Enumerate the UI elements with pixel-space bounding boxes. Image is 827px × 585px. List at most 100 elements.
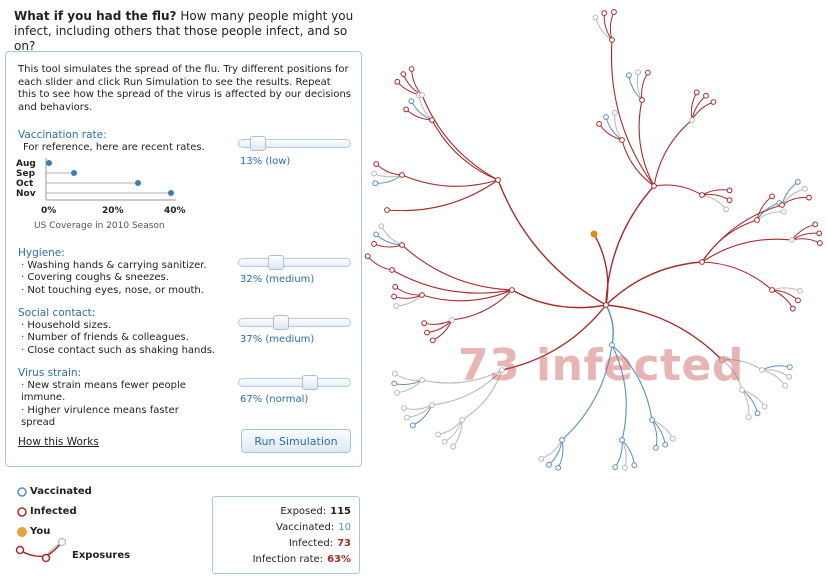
social-slider[interactable] — [238, 315, 351, 330]
exposure-edge — [638, 99, 655, 187]
person-node — [408, 98, 415, 105]
person-node — [662, 441, 669, 448]
person-node — [603, 114, 609, 120]
person-node — [399, 242, 405, 248]
exposure-edge — [421, 94, 499, 181]
person-node — [609, 37, 615, 43]
person-node — [797, 287, 803, 294]
person-node — [394, 389, 400, 396]
person-node — [399, 172, 405, 178]
stats-box: Exposed: 115 Vaccinated: 10 Infected: 73 In… — [212, 496, 360, 574]
aug-dot — [46, 160, 52, 166]
person-node — [403, 106, 409, 113]
person-node — [441, 438, 448, 445]
person-node — [372, 180, 379, 187]
person-node — [754, 410, 761, 417]
hygiene-slider[interactable] — [238, 255, 351, 270]
person-node — [401, 405, 408, 412]
tick-0: 0% — [41, 206, 56, 216]
person-node — [419, 92, 425, 98]
month-label-oct: Oct — [16, 179, 34, 189]
person-node — [786, 373, 793, 380]
strain-item-2: · Higher virulence means faster spread — [21, 404, 179, 428]
person-node — [789, 237, 795, 243]
person-node — [449, 317, 455, 323]
how-this-works-link[interactable]: How this Works — [18, 436, 99, 448]
you-node — [590, 230, 598, 238]
person-node — [689, 117, 695, 123]
person-node — [726, 197, 733, 204]
oct-dot — [135, 180, 141, 186]
stat-vaccinated: Vaccinated: 10 — [276, 522, 351, 533]
person-node — [635, 69, 642, 76]
exposure-edge — [605, 261, 703, 306]
person-node — [710, 99, 717, 105]
chart-caption: US Coverage in 2010 Season — [34, 221, 165, 231]
exposure-edge — [653, 119, 693, 187]
legend-exposures: Exposures — [72, 550, 131, 561]
person-node — [631, 462, 638, 469]
hygiene-item-2: · Covering coughs & sneezes. — [21, 272, 169, 284]
run-simulation-button[interactable]: Run Simulation — [241, 429, 351, 453]
social-item-3: · Close contact such as shaking hands. — [21, 344, 216, 356]
person-node — [555, 464, 562, 471]
person-node — [391, 293, 397, 300]
stat-infection-rate: Infection rate: 63% — [252, 554, 351, 565]
hygiene-item-1: · Washing hands & carrying sanitizer. — [21, 260, 207, 271]
person-node — [419, 377, 425, 383]
person-node — [429, 402, 435, 408]
person-node — [759, 367, 765, 373]
exposure-edge — [391, 269, 513, 294]
infected-count-label: 73 infected — [458, 340, 744, 391]
hygiene-item-3: · Not touching eyes, nose, or mouth. — [21, 284, 204, 296]
tick-20: 20% — [102, 206, 124, 216]
intro-text: This tool simulates the spread of the fl… — [18, 64, 351, 113]
exposure-edge — [653, 184, 703, 196]
person-node — [419, 292, 425, 298]
person-node — [769, 193, 775, 200]
exposure-edge — [614, 439, 623, 468]
person-node — [450, 443, 456, 450]
exposure-edge — [375, 163, 403, 176]
legend-infected: Infected — [30, 506, 77, 517]
person-node — [392, 283, 399, 290]
social-title: Social contact: — [18, 307, 96, 319]
strain-slider[interactable] — [238, 375, 351, 390]
infected-legend-icon — [17, 507, 27, 517]
vaccination-title: Vaccination rate: — [18, 129, 107, 141]
vaccination-slider[interactable] — [238, 136, 351, 151]
social-list: · Household sizes. · Number of friends &… — [21, 320, 215, 357]
exposure-edge — [451, 289, 513, 321]
social-slider-thumb[interactable] — [272, 315, 289, 330]
exposure-legend-mid — [41, 553, 51, 563]
person-node — [400, 71, 407, 78]
exposure-edge — [741, 389, 750, 418]
controls-panel: This tool simulates the spread of the fl… — [5, 51, 362, 467]
person-node — [622, 464, 628, 471]
person-node — [459, 417, 465, 423]
person-node — [669, 435, 676, 442]
person-node — [611, 9, 617, 15]
person-node — [653, 444, 659, 451]
person-node — [538, 455, 545, 462]
exposure-edge — [614, 112, 623, 141]
person-node — [429, 117, 435, 123]
exposure-edge — [701, 193, 730, 201]
strain-title: Virus strain: — [18, 367, 82, 379]
strain-item-1: · New strain means fewer people immune. — [21, 380, 186, 404]
person-node — [649, 417, 655, 423]
hygiene-slider-thumb[interactable] — [268, 255, 285, 270]
exposure-edge — [497, 179, 607, 306]
exposure-edge — [791, 238, 821, 244]
person-node — [795, 297, 801, 304]
exposure-edge — [701, 219, 758, 263]
month-label-aug: Aug — [16, 159, 36, 169]
exposure-edge — [401, 174, 499, 187]
person-node — [639, 97, 645, 103]
person-node — [816, 240, 823, 246]
social-value: 37% (medium) — [240, 334, 315, 345]
person-node — [435, 431, 441, 438]
strain-slider-thumb[interactable] — [301, 375, 318, 390]
vaccination-slider-thumb[interactable] — [249, 136, 266, 151]
person-node — [780, 208, 787, 215]
